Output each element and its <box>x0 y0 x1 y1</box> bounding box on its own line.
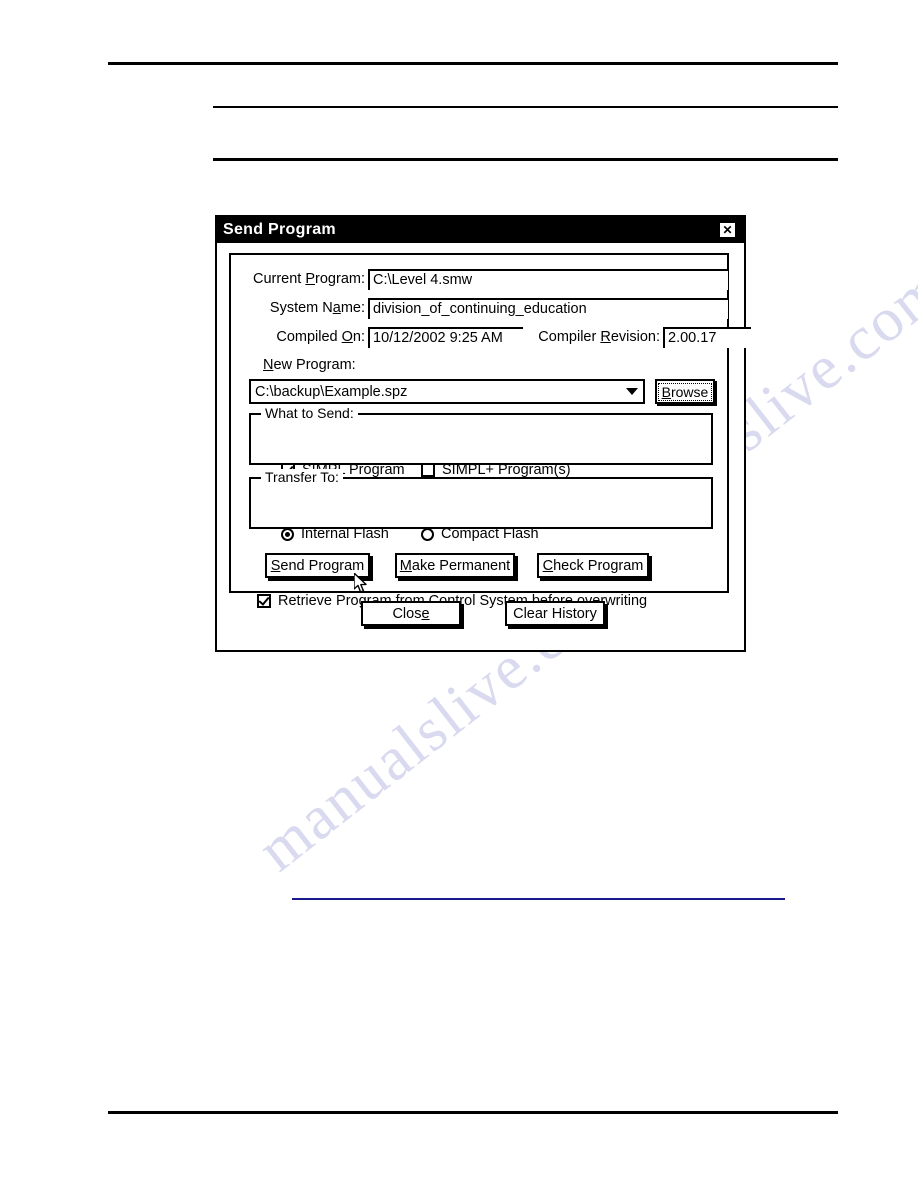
page-rule-section-upper <box>213 106 838 108</box>
send-program-dialog: Send Program ✕ Current Program: C:\Level… <box>215 215 751 652</box>
groupbox-what-to-send-title: What to Send: <box>261 405 358 421</box>
send-program-button[interactable]: Send Program <box>265 553 370 578</box>
close-button-bottom[interactable]: Close <box>361 601 461 626</box>
label-current-program: Current Program: <box>252 271 365 287</box>
compiled-on-value: 10/12/2002 9:25 AM <box>368 327 523 348</box>
field-row-compiler-revision: Compiler Revision: 2.00.17 <box>521 327 751 348</box>
check-program-button-label: Check Program <box>542 557 644 574</box>
check-program-button[interactable]: Check Program <box>537 553 649 578</box>
send-program-button-label: Send Program <box>270 557 365 574</box>
browse-button[interactable]: Browse <box>655 379 715 404</box>
radio-unselected-icon[interactable] <box>421 527 434 541</box>
radio-compact-flash-label: Compact Flash <box>441 526 539 542</box>
field-row-compiled-on: Compiled On: 10/12/2002 9:25 AM <box>247 327 523 348</box>
close-icon[interactable]: ✕ <box>718 221 737 239</box>
label-system-name: System Name: <box>269 300 365 316</box>
checkbox-unchecked-icon[interactable] <box>421 463 435 477</box>
page-rule-top <box>108 62 838 65</box>
dialog-inner-panel: Current Program: C:\Level 4.smw System N… <box>229 253 751 609</box>
chevron-down-icon[interactable] <box>622 381 642 402</box>
groupbox-what-to-send: What to Send: <box>249 405 713 465</box>
radio-internal-flash[interactable]: Internal Flash <box>281 525 389 543</box>
new-program-row: C:\backup\Example.spz Browse <box>249 379 715 404</box>
label-compiler-revision: Compiler Revision: <box>538 329 660 345</box>
page-rule-section-lower <box>213 158 838 161</box>
clear-history-button-label: Clear History <box>513 605 597 622</box>
label-new-program: New Program: <box>263 357 356 373</box>
make-permanent-button-label: Make Permanent <box>399 557 511 574</box>
close-button-bottom-label: Close <box>392 605 430 622</box>
page-rule-bottom <box>108 1111 838 1114</box>
radio-selected-icon[interactable] <box>281 527 294 541</box>
label-compiled-on: Compiled On: <box>276 329 365 345</box>
new-program-value: C:\backup\Example.spz <box>255 383 408 400</box>
field-row-system-name: System Name: division_of_continuing_educ… <box>247 298 728 319</box>
close-glyph: ✕ <box>722 223 733 237</box>
system-name-value: division_of_continuing_education <box>368 298 728 319</box>
current-program-value: C:\Level 4.smw <box>368 269 728 290</box>
radio-internal-flash-label: Internal Flash <box>301 526 389 542</box>
groupbox-transfer-to: Transfer To: <box>249 469 713 529</box>
make-permanent-button[interactable]: Make Permanent <box>395 553 515 578</box>
checkbox-checked-icon[interactable] <box>257 594 271 608</box>
groupbox-transfer-to-title: Transfer To: <box>261 469 343 485</box>
dialog-title: Send Program <box>223 221 336 238</box>
dialog-titlebar: Send Program ✕ <box>217 217 744 243</box>
browse-button-label: Browse <box>657 382 713 401</box>
compiler-revision-value: 2.00.17 <box>663 327 751 348</box>
new-program-combobox[interactable]: C:\backup\Example.spz <box>249 379 645 404</box>
field-row-current-program: Current Program: C:\Level 4.smw <box>247 269 728 290</box>
radio-compact-flash[interactable]: Compact Flash <box>421 525 539 543</box>
page-rule-accent <box>292 898 785 900</box>
clear-history-button[interactable]: Clear History <box>505 601 605 626</box>
